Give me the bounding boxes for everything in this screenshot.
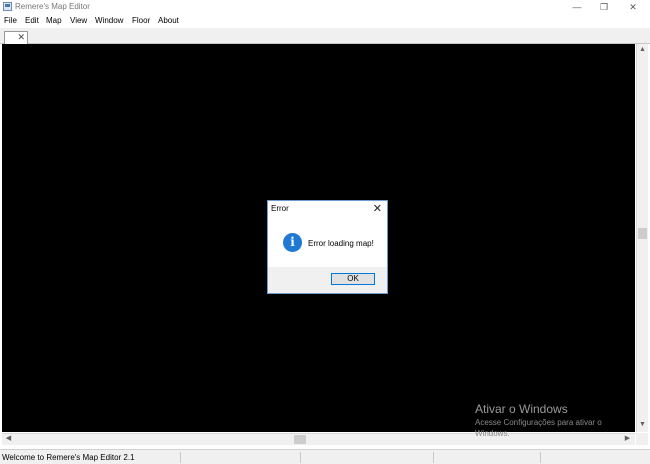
tab-strip: ✕ xyxy=(0,28,650,44)
scroll-up-icon[interactable]: ▲ xyxy=(637,45,648,55)
scrollbar-corner xyxy=(636,433,648,445)
status-text: Welcome to Remere's Map Editor 2.1 xyxy=(2,453,135,462)
vertical-scroll-thumb[interactable] xyxy=(638,228,647,239)
status-divider xyxy=(300,452,301,463)
scroll-right-icon[interactable]: ▶ xyxy=(622,434,633,444)
minimize-icon[interactable]: — xyxy=(564,0,590,14)
watermark-line1: Acesse Configurações para ativar o xyxy=(475,418,602,427)
menu-floor[interactable]: Floor xyxy=(132,16,150,25)
status-divider xyxy=(433,452,434,463)
horizontal-scroll-thumb[interactable] xyxy=(294,435,306,444)
watermark-line2: Windows. xyxy=(475,429,510,438)
dialog-footer: OK xyxy=(268,267,387,293)
menu-edit[interactable]: Edit xyxy=(25,16,39,25)
menu-map[interactable]: Map xyxy=(46,16,62,25)
menu-view[interactable]: View xyxy=(70,16,87,25)
dialog-title: Error xyxy=(271,204,289,213)
dialog-message: Error loading map! xyxy=(308,239,374,248)
status-bar: Welcome to Remere's Map Editor 2.1 xyxy=(0,449,650,464)
status-divider xyxy=(540,452,541,463)
title-bar: Remere's Map Editor — ❐ ✕ xyxy=(0,0,650,14)
app-icon xyxy=(3,2,12,11)
scroll-down-icon[interactable]: ▼ xyxy=(637,420,648,430)
map-tab[interactable]: ✕ xyxy=(4,31,28,44)
menu-about[interactable]: About xyxy=(158,16,179,25)
tab-close-icon[interactable]: ✕ xyxy=(17,32,25,43)
close-icon[interactable]: ✕ xyxy=(620,0,646,14)
status-divider xyxy=(180,452,181,463)
menu-window[interactable]: Window xyxy=(95,16,123,25)
info-icon: i xyxy=(283,233,302,252)
ok-button[interactable]: OK xyxy=(331,273,375,285)
watermark-title: Ativar o Windows xyxy=(475,402,568,416)
scroll-left-icon[interactable]: ◀ xyxy=(3,434,14,444)
error-dialog: Error ✕ i Error loading map! OK xyxy=(267,200,388,294)
dialog-close-icon[interactable]: ✕ xyxy=(373,202,382,216)
window-title: Remere's Map Editor xyxy=(15,2,90,11)
menu-file[interactable]: File xyxy=(4,16,17,25)
activation-watermark: Ativar o Windows Acesse Configurações pa… xyxy=(475,402,602,438)
maximize-icon[interactable]: ❐ xyxy=(591,0,617,14)
menu-bar: File Edit Map View Window Floor About xyxy=(0,14,650,28)
vertical-scrollbar[interactable]: ▲ ▼ xyxy=(636,44,648,432)
